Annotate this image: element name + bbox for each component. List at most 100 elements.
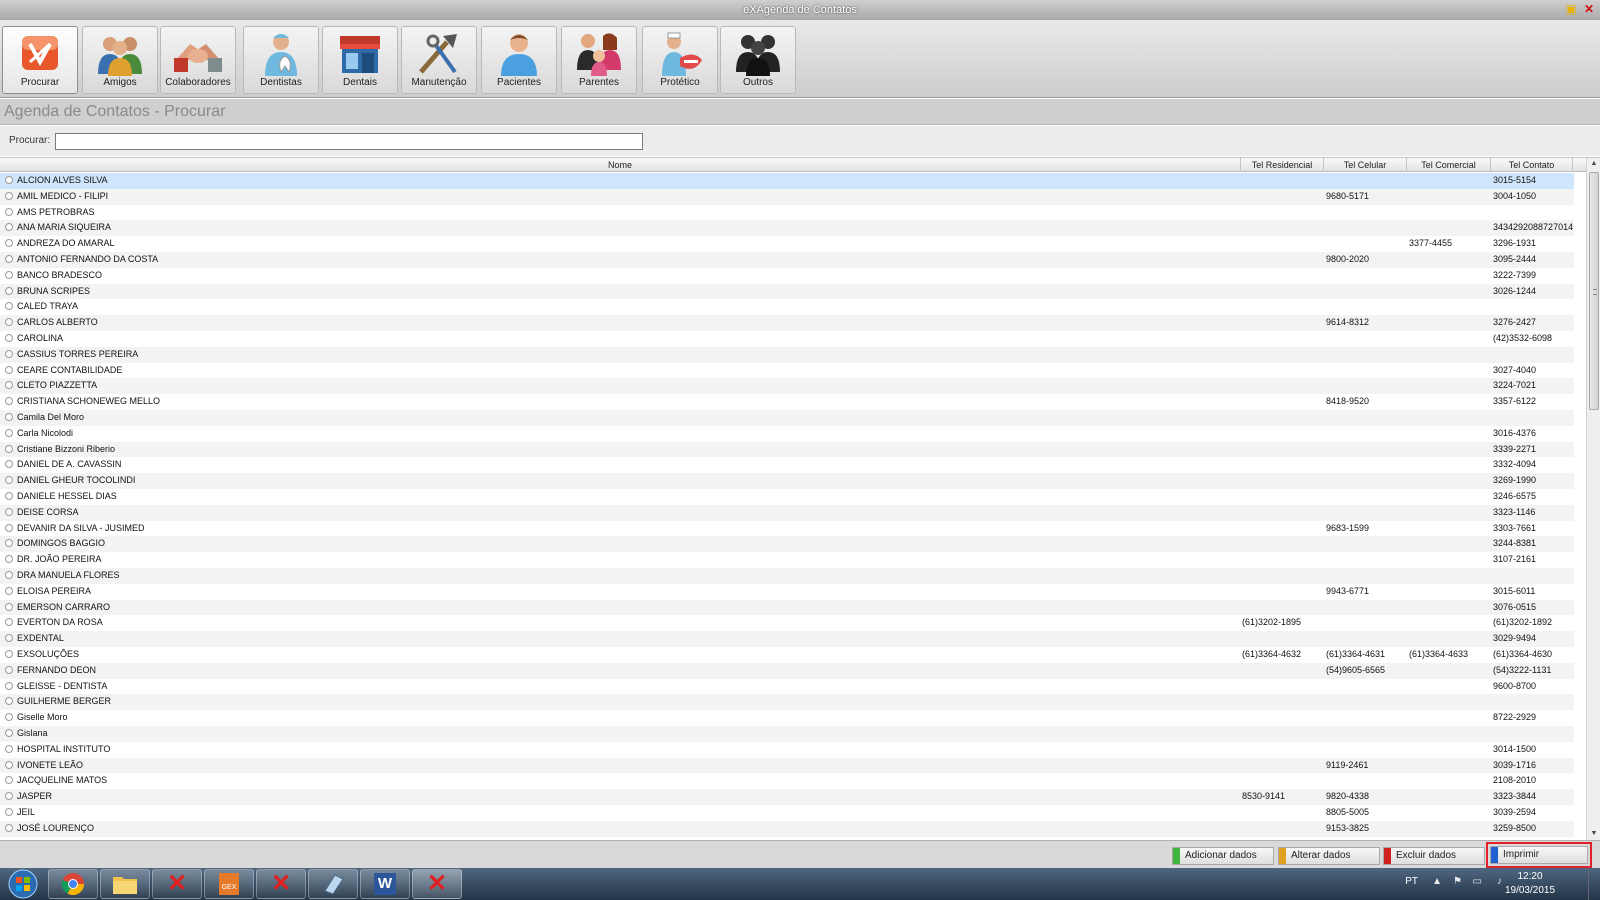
row-radio-icon[interactable] [5,539,13,548]
table-row[interactable]: Cristiane Bizzoni Riberio 3339-2271 [0,441,1574,458]
toolbar-button-manutencao[interactable]: Manutenção [401,26,477,94]
language-indicator[interactable]: PT [1405,876,1418,887]
taskbar-app-x3[interactable]: ✕ [412,869,462,899]
table-row[interactable]: ANA MARIA SIQUEIRA 3434292088727014 [0,220,1574,237]
row-radio-icon[interactable] [5,776,13,785]
table-row[interactable]: Giselle Moro 8722-2929 [0,710,1574,726]
table-row[interactable]: DRA MANUELA FLORES [0,568,1574,584]
maximize-icon[interactable]: ▣ [1564,2,1578,16]
column-header-tel-contato[interactable]: Tel Contato [1491,158,1573,172]
row-radio-icon[interactable] [5,697,13,706]
scroll-thumb[interactable] [1589,172,1599,410]
row-radio-icon[interactable] [5,713,13,722]
row-radio-icon[interactable] [5,381,13,390]
table-row[interactable]: IVONETE LEÃO 9119-2461 3039-1716 [0,757,1574,774]
row-radio-icon[interactable] [5,681,13,690]
row-radio-icon[interactable] [5,665,13,674]
table-row[interactable]: Gislana [0,726,1574,742]
table-row[interactable]: DANIEL GHEUR TOCOLINDI 3269-1990 [0,473,1574,489]
table-row[interactable]: JOSÉ LOURENÇO 9153-3825 3259-8500 [0,820,1574,837]
table-row[interactable]: HOSPITAL INSTITUTO 3014-1500 [0,742,1574,758]
row-radio-icon[interactable] [5,255,13,263]
row-radio-icon[interactable] [5,555,13,564]
row-radio-icon[interactable] [5,618,13,627]
table-row[interactable]: Carla Nicolodi 3016-4376 [0,426,1574,442]
scroll-up-icon[interactable]: ▲ [1587,158,1600,170]
table-row[interactable]: DR. JOÃO PEREIRA 3107-2161 [0,552,1574,568]
row-radio-icon[interactable] [5,428,13,437]
column-header-tel-comercial[interactable]: Tel Comercial [1407,158,1491,172]
row-radio-icon[interactable] [5,823,13,832]
toolbar-button-protetico[interactable]: Protético [642,26,718,94]
taskbar-gex[interactable]: GEX [204,869,254,899]
toolbar-button-amigos[interactable]: Amigos [82,26,158,94]
table-row[interactable]: DANIELE HESSEL DIAS 3246-6575 [0,489,1574,505]
row-radio-icon[interactable] [5,492,13,500]
table-row[interactable]: CARLOS ALBERTO 9614-8312 3276-2427 [0,315,1574,331]
row-radio-icon[interactable] [5,349,13,358]
row-radio-icon[interactable] [5,223,13,232]
table-row[interactable]: EVERTON DA ROSA (61)3202-1895 (61)3202-189… [0,615,1574,631]
table-row[interactable]: DEISE CORSA 3323-1146 [0,504,1574,521]
table-row[interactable]: DEVANIR DA SILVA - JUSIMED 9683-1599 3303-… [0,521,1574,537]
toolbar-button-colaboradores[interactable]: Colaboradores [160,26,236,94]
table-row[interactable]: JEIL 8805-5005 3039-2594 [0,805,1574,821]
table-row[interactable]: DOMINGOS BAGGIO 3244-8381 [0,536,1574,553]
row-radio-icon[interactable] [5,760,13,769]
row-radio-icon[interactable] [5,476,13,485]
show-desktop-button[interactable] [1588,868,1600,900]
column-header-nome[interactable]: Nome [0,158,1241,172]
start-button-icon[interactable] [4,869,42,899]
taskbar-app-x2[interactable]: ✕ [256,869,306,899]
row-radio-icon[interactable] [5,634,13,643]
toolbar-button-parentes[interactable]: Parentes [561,26,637,94]
table-row[interactable]: EMERSON CARRARO 3076-0515 [0,599,1574,616]
column-header-tel-residencial[interactable]: Tel Residencial [1241,158,1324,172]
row-radio-icon[interactable] [5,460,13,469]
row-radio-icon[interactable] [5,334,13,342]
table-row[interactable]: DANIEL DE A. CAVASSIN 3332-4094 [0,457,1574,473]
table-row[interactable]: GLEISSE - DENTISTA 9600-8700 [0,679,1574,695]
row-radio-icon[interactable] [5,444,13,453]
toolbar-button-pacientes[interactable]: Pacientes [481,26,557,94]
row-radio-icon[interactable] [5,729,13,737]
table-row[interactable]: BRUNA SCRIPES 3026-1244 [0,283,1574,300]
taskbar-chrome[interactable] [48,869,98,899]
row-radio-icon[interactable] [5,286,13,295]
taskbar-word[interactable]: W [360,869,410,899]
add-data-button[interactable]: Adicionar dados [1172,847,1274,865]
row-radio-icon[interactable] [5,808,13,816]
column-header-tel-celular[interactable]: Tel Celular [1324,158,1407,172]
clock-time[interactable]: 12:20 [1500,871,1560,882]
close-icon[interactable]: ✕ [1582,2,1596,16]
table-row[interactable]: ALCION ALVES SILVA 3015-5154 [0,173,1574,189]
row-radio-icon[interactable] [5,191,13,200]
row-radio-icon[interactable] [5,207,13,216]
table-row[interactable]: CRISTIANA SCHONEWEG MELLO 8418-9520 3357-6… [0,394,1574,410]
edit-data-button[interactable]: Alterar dados [1278,847,1380,865]
table-row[interactable]: GUILHERME BERGER [0,694,1574,711]
table-row[interactable]: FERNANDO DEON (54)9605-6565 (54)3222-1131 [0,662,1574,679]
row-radio-icon[interactable] [5,650,13,658]
flag-icon[interactable]: ⚑ [1453,876,1462,887]
row-radio-icon[interactable] [5,397,13,406]
table-row[interactable]: CLETO PIAZZETTA 3224-7021 [0,378,1574,395]
taskbar-app-x1[interactable]: ✕ [152,869,202,899]
print-button[interactable]: Imprimir [1490,846,1588,864]
row-radio-icon[interactable] [5,571,13,579]
row-radio-icon[interactable] [5,302,13,311]
table-row[interactable]: EXDENTAL 3029-9494 [0,631,1574,647]
row-radio-icon[interactable] [5,602,13,611]
table-row[interactable]: JACQUELINE MATOS 2108-2010 [0,773,1574,789]
row-radio-icon[interactable] [5,507,13,516]
row-radio-icon[interactable] [5,413,13,421]
row-radio-icon[interactable] [5,365,13,374]
table-row[interactable]: BANCO BRADESCO 3222-7399 [0,268,1574,284]
taskbar-explorer[interactable] [100,869,150,899]
toolbar-button-dentistas[interactable]: Dentistas [243,26,319,94]
search-input[interactable] [55,133,643,150]
table-row[interactable]: CASSIUS TORRES PEREIRA [0,346,1574,363]
delete-data-button[interactable]: Excluir dados [1383,847,1485,865]
row-radio-icon[interactable] [5,523,13,532]
table-row[interactable]: EXSOLUÇÕES (61)3364-4632 (61)3364-4631 (61)… [0,647,1574,663]
